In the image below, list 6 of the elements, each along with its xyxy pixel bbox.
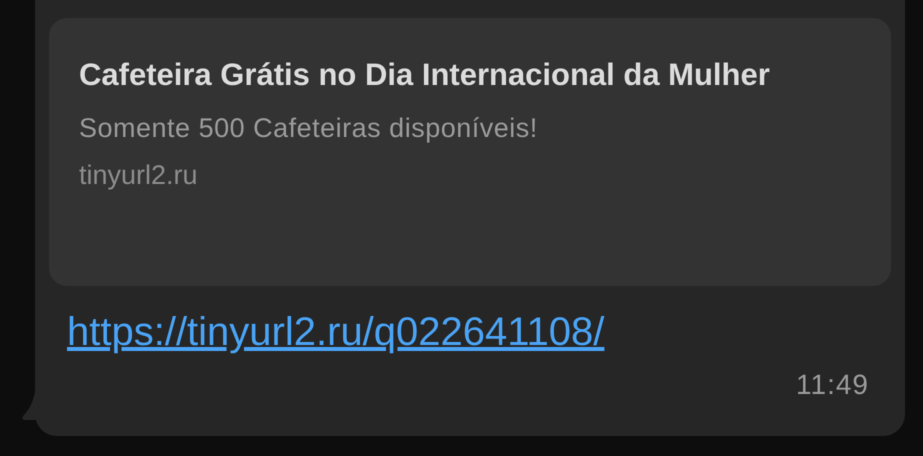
link-preview-card[interactable]: Cafeteira Grátis no Dia Internacional da Mulher Somente 500 Cafeteiras disponíveis! tinyurl2.ru — [49, 18, 891, 286]
message-link[interactable]: https://tinyurl2.ru/q022641108/ — [67, 310, 604, 354]
preview-description: Somente 500 Cafeteiras disponíveis! — [79, 112, 539, 145]
preview-domain: tinyurl2.ru — [79, 159, 199, 192]
preview-title: Cafeteira Grátis no Dia Internacional da Mulher — [79, 56, 771, 94]
message-time: 11:49 — [796, 368, 869, 402]
